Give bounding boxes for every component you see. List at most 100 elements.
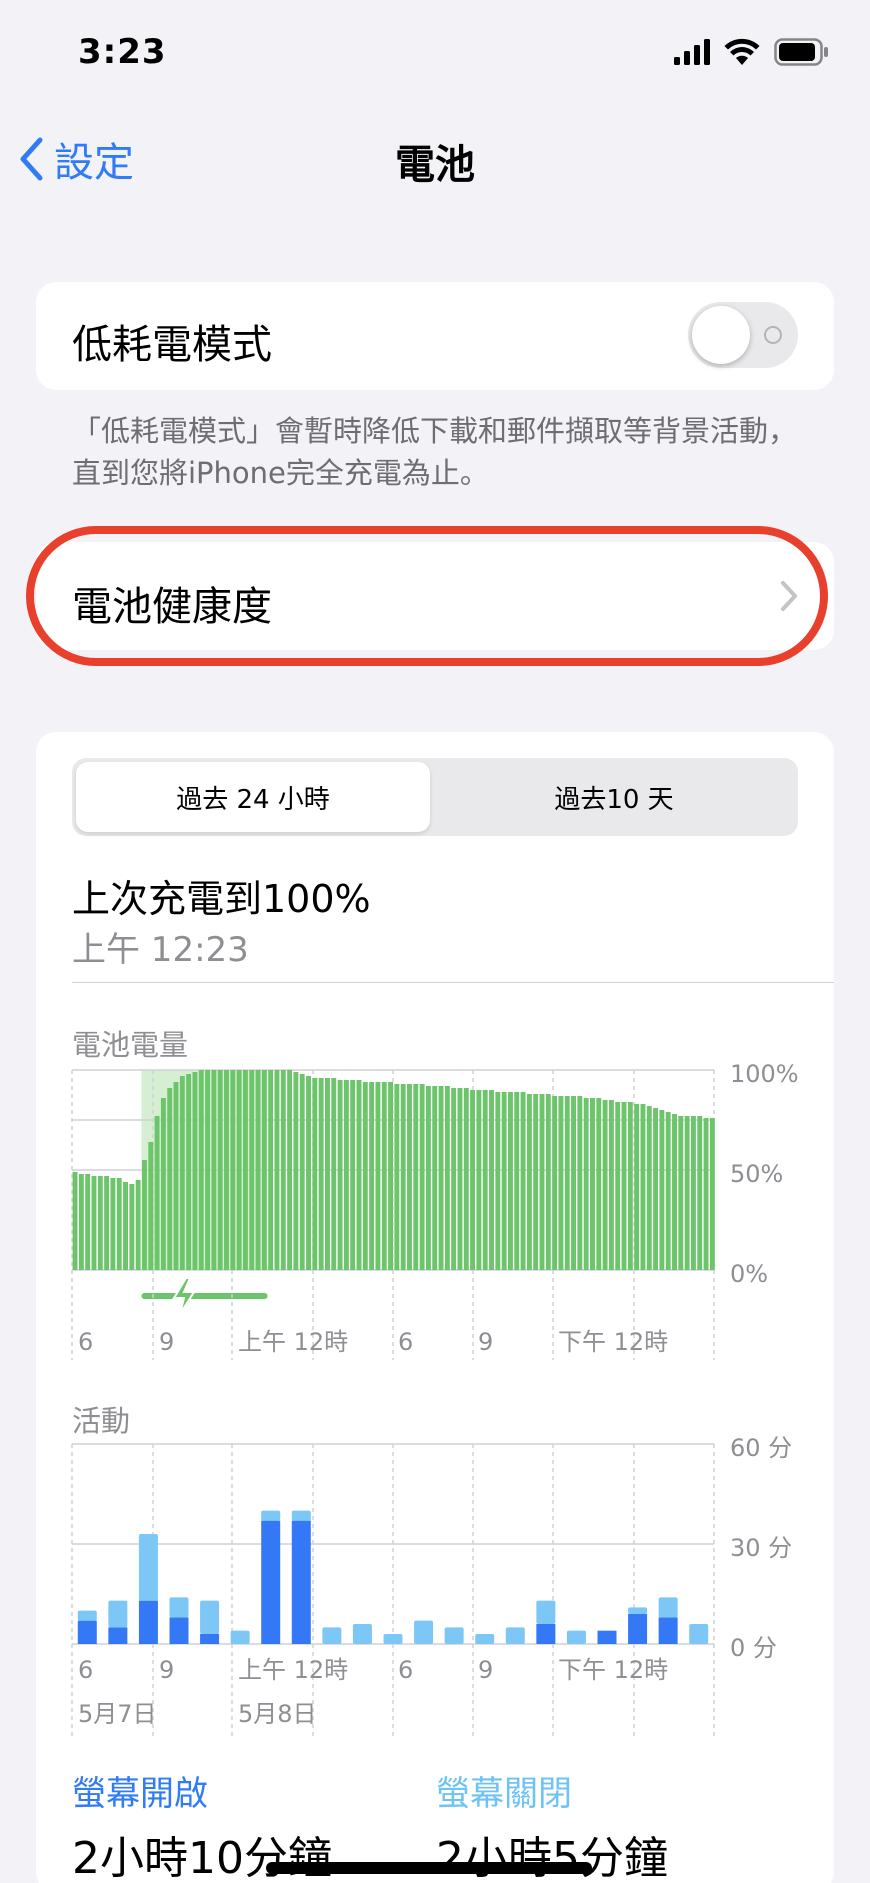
battery-level-bar <box>154 1116 160 1270</box>
y-tick-label: 100% <box>730 1060 799 1088</box>
battery-level-bar <box>350 1080 356 1270</box>
tab-last-10-days[interactable]: 過去10 天 <box>434 762 794 832</box>
battery-level-bar <box>608 1100 614 1270</box>
battery-level-bar <box>97 1176 103 1270</box>
battery-level-bar <box>160 1098 166 1270</box>
last-charge-time: 上午 12:23 <box>72 930 249 970</box>
battery-level-bar <box>91 1176 97 1270</box>
battery-level-bar <box>451 1088 457 1270</box>
battery-level-bar <box>489 1090 494 1270</box>
battery-level-bar <box>709 1118 715 1270</box>
battery-level-bar <box>621 1102 627 1270</box>
battery-level-bar <box>343 1080 349 1270</box>
time-range-control: 過去 24 小時 過去10 天 <box>72 758 798 836</box>
tab-label: 過去10 天 <box>554 784 674 815</box>
battery-level-bar <box>653 1108 659 1270</box>
battery-level-bar <box>236 1070 242 1270</box>
screen-on-bar <box>261 1520 281 1644</box>
screen-off-bar <box>291 1510 311 1521</box>
battery-health-row[interactable]: 電池健康度 <box>36 542 834 650</box>
home-indicator <box>266 1862 592 1874</box>
x-tick-label: 上午 12時 <box>238 1656 348 1684</box>
screen-on-bar <box>658 1617 678 1644</box>
screen-off-bar <box>628 1607 648 1614</box>
screen-off-bar <box>536 1600 556 1624</box>
battery-level-bar <box>590 1098 595 1270</box>
battery-level-bar <box>495 1092 501 1270</box>
battery-level-bar <box>116 1178 122 1270</box>
battery-level-bar <box>665 1112 671 1270</box>
battery-level-bar <box>425 1086 431 1270</box>
toggle-knob <box>692 306 750 364</box>
battery-level-bar <box>280 1070 286 1270</box>
battery-level-bar <box>381 1082 387 1270</box>
status-icons <box>674 38 830 66</box>
charging-bolt-icon <box>172 1277 196 1315</box>
battery-level-bar <box>369 1082 375 1270</box>
battery-level-bar <box>375 1082 381 1270</box>
battery-level-bar <box>142 1160 147 1270</box>
battery-level-bar <box>672 1114 677 1270</box>
screen-off-bar <box>414 1620 434 1644</box>
battery-level-bar <box>224 1070 229 1270</box>
screen-off-bar <box>230 1630 250 1644</box>
battery-level-bar <box>123 1182 128 1270</box>
x-tick-label: 上午 12時 <box>238 1328 348 1356</box>
toggle-off-indicator-icon <box>764 326 782 344</box>
battery-level-bar <box>558 1096 564 1270</box>
battery-level-bar <box>274 1070 280 1270</box>
battery-level-bar <box>217 1070 223 1270</box>
screen-off-bar <box>505 1627 525 1644</box>
battery-icon <box>774 38 828 66</box>
nav-bar: 設定 電池 <box>0 110 870 200</box>
battery-level-bar <box>173 1082 179 1270</box>
battery-level-bar <box>400 1084 406 1270</box>
battery-level-bar <box>419 1084 425 1270</box>
battery-level-bar <box>413 1084 419 1270</box>
battery-level-bar <box>198 1070 204 1270</box>
tab-label: 過去 24 小時 <box>176 784 330 815</box>
battery-level-bar <box>394 1084 400 1270</box>
screen-off-bar <box>169 1597 189 1618</box>
divider <box>72 982 834 983</box>
x-tick-label: 6 <box>78 1328 93 1356</box>
battery-level-bar <box>179 1076 185 1270</box>
battery-health-label: 電池健康度 <box>72 584 272 630</box>
date-label: 5月8日 <box>238 1700 317 1728</box>
screen-on-bar <box>291 1520 311 1644</box>
cellular-signal-icon <box>674 39 710 65</box>
low-power-footnote: 「低耗電模式」會暫時降低下載和郵件擷取等背景活動，直到您將iPhone完全充電為… <box>72 414 798 490</box>
battery-level-bar <box>192 1072 198 1270</box>
screen-on-bar <box>169 1617 189 1644</box>
battery-level-bar <box>186 1074 192 1270</box>
battery-level-bar <box>577 1096 583 1270</box>
battery-level-bar <box>507 1092 513 1270</box>
screen-off-bar <box>566 1630 586 1644</box>
tab-last-24-hours[interactable]: 過去 24 小時 <box>76 762 430 832</box>
battery-level-bar <box>268 1070 274 1270</box>
battery-level-bar <box>514 1092 520 1270</box>
battery-level-bar <box>331 1078 337 1270</box>
low-power-toggle[interactable] <box>688 302 798 368</box>
battery-level-bar <box>356 1080 362 1270</box>
screen-off-bar <box>138 1534 158 1601</box>
battery-level-bar <box>249 1070 255 1270</box>
screen-off-bar <box>77 1610 97 1621</box>
battery-level-bar <box>703 1118 709 1270</box>
battery-level-bar <box>167 1088 173 1270</box>
battery-level-bar <box>104 1176 110 1270</box>
battery-level-bar <box>640 1104 646 1270</box>
battery-level-bar <box>539 1094 545 1270</box>
battery-level-bar <box>261 1070 267 1270</box>
battery-level-bar <box>312 1078 318 1270</box>
screen-off-bar <box>383 1634 403 1644</box>
battery-level-bar <box>482 1090 488 1270</box>
battery-level-bar <box>545 1094 551 1270</box>
battery-level-bar <box>697 1116 703 1270</box>
wifi-icon <box>724 38 760 65</box>
battery-level-bar <box>337 1080 343 1270</box>
battery-level-bar <box>659 1110 665 1270</box>
battery-level-bar <box>135 1180 141 1270</box>
battery-level-bar <box>306 1076 311 1270</box>
battery-level-bar <box>255 1070 261 1270</box>
